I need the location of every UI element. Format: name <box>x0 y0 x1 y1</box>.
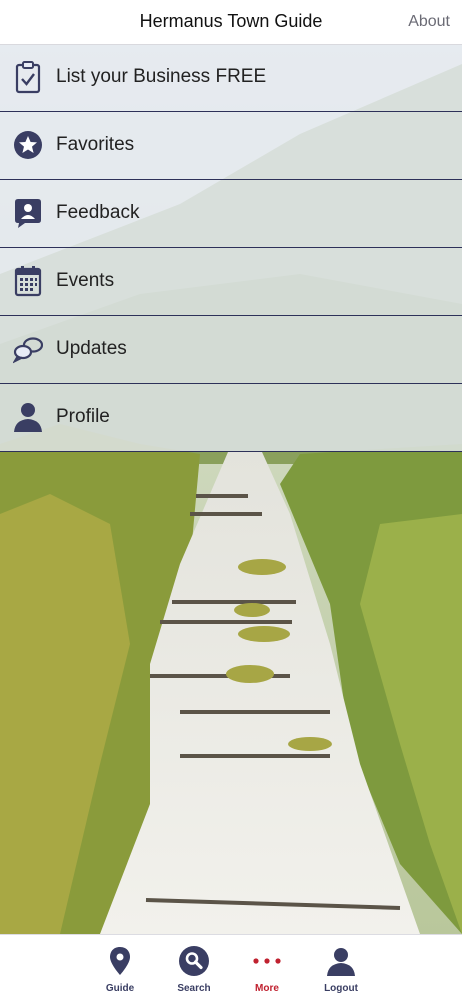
menu-item-favorites[interactable]: Favorites <box>0 112 462 180</box>
clipboard-check-icon <box>13 60 43 94</box>
chat-bubbles-icon <box>12 332 44 366</box>
tab-bar: Guide Search More Logout <box>0 934 462 1001</box>
map-pin-icon <box>104 945 136 977</box>
tab-label: Guide <box>105 983 135 994</box>
calendar-icon <box>13 264 43 298</box>
tab-guide[interactable]: Guide <box>90 935 150 1001</box>
more-dots-icon <box>251 945 283 977</box>
main-menu: List your Business FREE Favorites Feedba… <box>0 44 462 452</box>
tab-search[interactable]: Search <box>164 935 224 1001</box>
tab-label: Logout <box>324 983 358 994</box>
menu-item-feedback[interactable]: Feedback <box>0 180 462 248</box>
tab-more[interactable]: More <box>237 935 297 1001</box>
tab-label: Search <box>177 983 211 994</box>
person-icon <box>325 945 357 977</box>
person-icon <box>13 400 43 434</box>
tab-label: More <box>255 983 279 994</box>
menu-item-label: List your Business FREE <box>56 66 267 87</box>
header: Hermanus Town Guide About <box>0 0 462 45</box>
tab-logout[interactable]: Logout <box>311 935 371 1001</box>
star-icon <box>13 128 43 162</box>
menu-item-label: Feedback <box>56 202 140 223</box>
menu-item-updates[interactable]: Updates <box>0 316 462 384</box>
menu-item-label: Updates <box>56 338 127 359</box>
search-icon <box>178 945 210 977</box>
page-title: Hermanus Town Guide <box>139 11 323 31</box>
menu-item-label: Favorites <box>56 134 135 155</box>
menu-item-events[interactable]: Events <box>0 248 462 316</box>
feedback-icon <box>13 196 43 230</box>
menu-item-profile[interactable]: Profile <box>0 384 462 452</box>
menu-item-label: Profile <box>56 406 110 427</box>
menu-item-label: Events <box>56 270 115 291</box>
about-button[interactable]: About <box>408 0 450 44</box>
menu-item-list-business[interactable]: List your Business FREE <box>0 44 462 112</box>
